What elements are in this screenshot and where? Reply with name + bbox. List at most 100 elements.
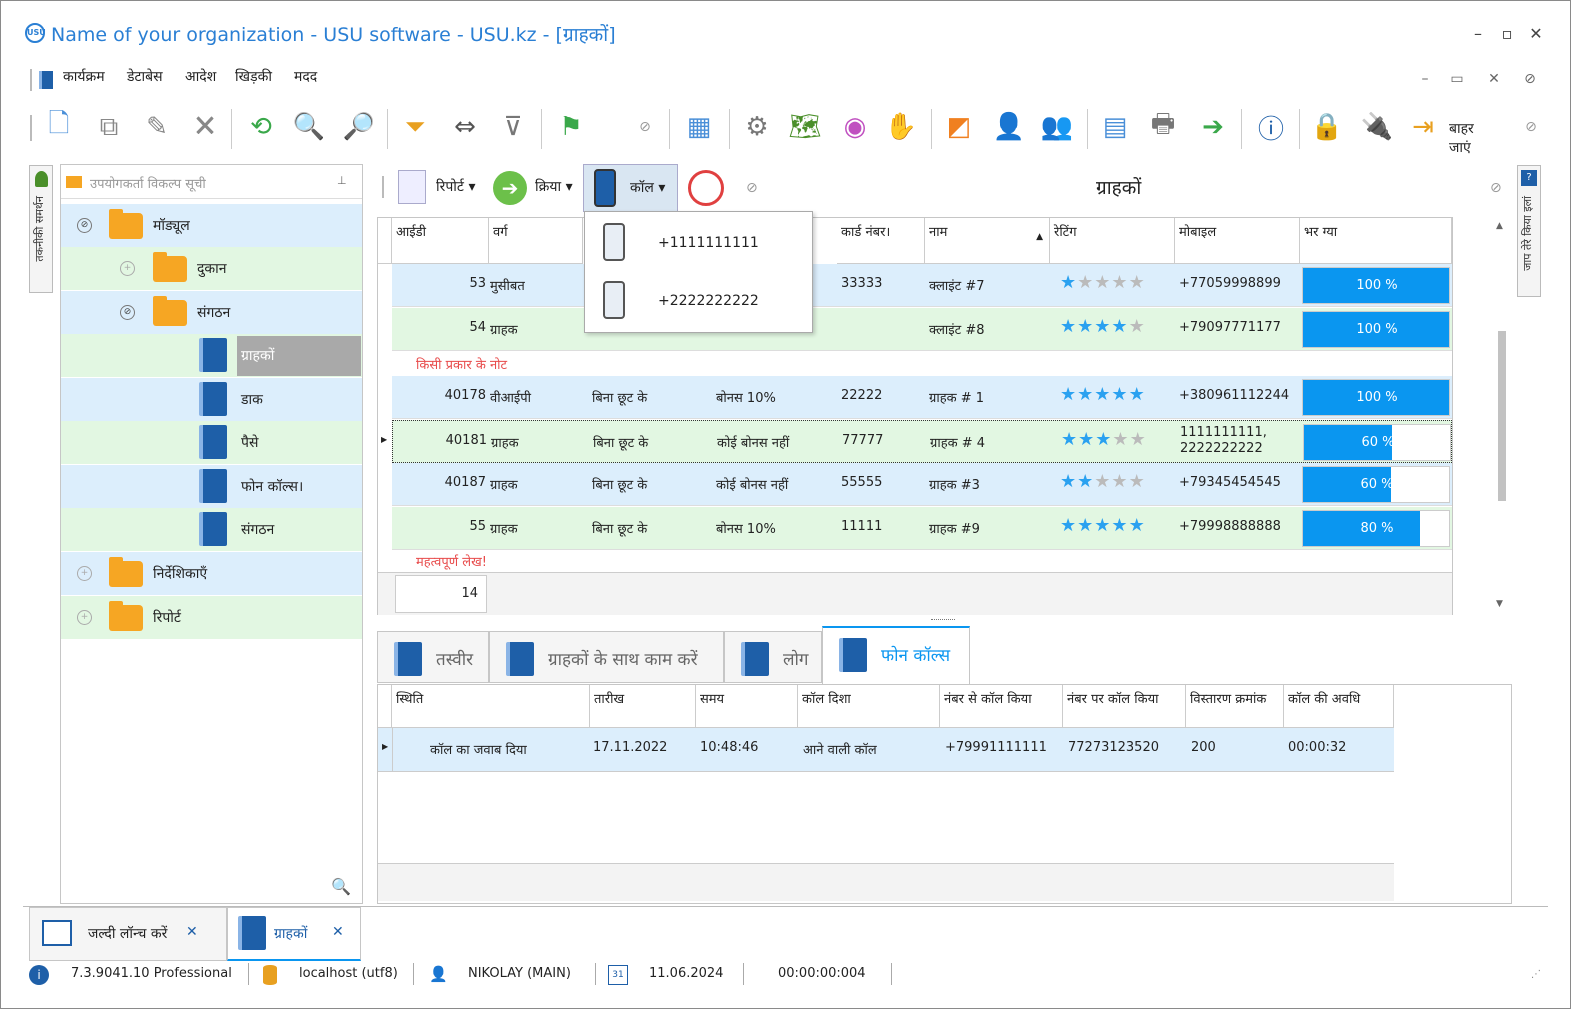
- advanced-search-icon[interactable]: 🔎: [339, 105, 379, 149]
- edit-icon[interactable]: ✎: [137, 105, 177, 149]
- toolbar-overflow-icon-2[interactable]: ⊘: [1511, 105, 1551, 149]
- col-category[interactable]: वर्ग: [489, 218, 583, 264]
- filter-column-icon[interactable]: ⇔: [445, 105, 485, 149]
- resize-grip-icon[interactable]: ⋰: [1531, 969, 1541, 980]
- col-mobile[interactable]: मोबाइल: [1175, 218, 1300, 264]
- info-icon[interactable]: ⓘ: [1251, 105, 1291, 149]
- call-option-2[interactable]: +2222222222: [585, 272, 812, 332]
- col-to[interactable]: नंबर पर कॉल किया: [1063, 685, 1186, 728]
- map-icon[interactable]: 🗺: [785, 105, 825, 149]
- col-date[interactable]: तारीख: [590, 685, 696, 728]
- col-extension[interactable]: विस्तारण क्रमांक: [1186, 685, 1284, 728]
- overflow-icon[interactable]: ⊘: [746, 180, 758, 196]
- lock-icon[interactable]: 🔒: [1307, 105, 1347, 149]
- minimize-button[interactable]: –: [1465, 21, 1491, 47]
- plug-icon[interactable]: 🔌: [1357, 105, 1397, 149]
- col-fill[interactable]: भर ग्या: [1300, 218, 1452, 264]
- rating-stars[interactable]: ★★★★★: [1060, 386, 1146, 404]
- tree-item-phone-calls[interactable]: फोन कॉल्स।: [61, 465, 362, 508]
- maximize-button[interactable]: ▫: [1494, 21, 1520, 47]
- tab-work-with-customers[interactable]: ग्राहकों के साथ काम करें: [489, 631, 724, 683]
- tech-support-strip[interactable]: तकनीकी समर्थन: [29, 165, 53, 293]
- grid-scrollbar[interactable]: ▲ ▼: [1492, 217, 1512, 615]
- col-time[interactable]: समय: [696, 685, 798, 728]
- scroll-up-icon[interactable]: ▲: [1496, 221, 1503, 231]
- scroll-thumb[interactable]: [1498, 331, 1506, 501]
- refresh-icon[interactable]: ⟲: [241, 105, 281, 149]
- users-icon[interactable]: 👥: [1037, 105, 1077, 149]
- menu-database[interactable]: डेटाबेस: [127, 67, 163, 86]
- table-row[interactable]: 40181 ग्राहक बिना छूट के कोई बोनस नहीं 77777…: [381, 420, 1452, 463]
- col-duration[interactable]: कॉल की अवधि: [1284, 685, 1394, 728]
- exit-label[interactable]: बाहर जाएं: [1449, 119, 1474, 157]
- expand-icon[interactable]: +: [77, 566, 92, 581]
- col-rating[interactable]: रेटिंग: [1050, 218, 1175, 264]
- table-row[interactable]: 55 ग्राहक बिना छूट के बोनस 10% 11111 ग्राहक #…: [392, 507, 1452, 550]
- user-key-icon[interactable]: 👤: [989, 105, 1029, 149]
- tab-quick-launch[interactable]: जल्दी लॉन्च करें ✕: [29, 907, 227, 961]
- mdi-restore-button[interactable]: ▭: [1446, 71, 1468, 91]
- rating-stars[interactable]: ★★★★★: [1061, 431, 1147, 449]
- menu-help[interactable]: मदद: [294, 67, 317, 86]
- tree-item-org2[interactable]: संगठन: [61, 508, 362, 551]
- tree-item-mail[interactable]: डाक: [61, 378, 362, 421]
- collapse-icon[interactable]: ⊘: [77, 218, 92, 233]
- pin-icon[interactable]: ⊥: [337, 174, 347, 187]
- scroll-down-icon[interactable]: ▼: [1496, 599, 1503, 609]
- table-row[interactable]: 40178 वीआईपी बिना छूट के बोनस 10% 22222 ग्राह…: [392, 376, 1452, 419]
- col-from[interactable]: नंबर से कॉल किया: [940, 685, 1063, 728]
- col-name[interactable]: नाम ▲: [925, 218, 1050, 264]
- rating-stars[interactable]: ★★★★★: [1060, 517, 1146, 535]
- table-row[interactable]: 53 मुसीबत 33333 क्लाइंट #7 +77059998899 ★★★★★…: [392, 264, 1452, 307]
- col-direction[interactable]: कॉल दिशा: [798, 685, 940, 728]
- copy-icon[interactable]: ⧉: [89, 105, 129, 149]
- tab-phone-calls[interactable]: फोन कॉल्स: [822, 626, 970, 684]
- close-icon[interactable]: ✕: [186, 924, 198, 940]
- tree-item-organization[interactable]: ⊘ संगठन: [61, 291, 362, 334]
- delete-icon[interactable]: 🗙: [185, 105, 225, 149]
- close-button[interactable]: ✕: [1523, 21, 1549, 47]
- rating-stars[interactable]: ★★★★★: [1060, 473, 1146, 491]
- menu-window[interactable]: खिड़की: [235, 67, 272, 86]
- close-icon[interactable]: ✕: [332, 924, 344, 940]
- right-help-strip[interactable]: ? जाप तेरे किया इलां: [1517, 165, 1541, 297]
- col-status[interactable]: स्थिति: [392, 685, 590, 728]
- expand-icon[interactable]: +: [77, 610, 92, 625]
- call-option-1[interactable]: +1111111111: [585, 212, 812, 272]
- print-icon[interactable]: 🖶: [1143, 105, 1183, 149]
- color-wheel-icon[interactable]: ◉: [835, 105, 875, 149]
- table-row[interactable]: ▶ कॉल का जवाब दिया 17.11.2022 10:48:46 आ…: [378, 728, 1394, 772]
- add-record-icon[interactable]: 🗋: [39, 105, 79, 149]
- tree-item-money[interactable]: पैसे: [61, 421, 362, 464]
- hand-icon[interactable]: ✋: [881, 105, 921, 149]
- table-row[interactable]: 40187 ग्राहक बिना छूट के कोई बोनस नहीं 55555…: [392, 463, 1452, 506]
- tree-item-directories[interactable]: + निर्देशिकाएँ: [61, 552, 362, 595]
- collapse-icon[interactable]: ⊘: [120, 305, 135, 320]
- menu-program[interactable]: कार्यक्रम: [63, 67, 105, 86]
- forward-icon[interactable]: ➔: [1193, 105, 1233, 149]
- filter-icon[interactable]: ⏷: [395, 105, 435, 149]
- tab-people[interactable]: लोग: [724, 631, 822, 683]
- mdi-close-button[interactable]: ✕: [1483, 71, 1505, 91]
- col-card[interactable]: कार्ड नंबर।: [837, 218, 925, 264]
- col-id[interactable]: आईडी: [392, 218, 489, 264]
- exit-icon[interactable]: ⇥: [1403, 105, 1443, 149]
- tree-item-customers[interactable]: ग्राहकों: [61, 334, 362, 377]
- splitter-handle[interactable]: [931, 619, 955, 622]
- tab-photo[interactable]: तस्वीर: [377, 631, 489, 683]
- mdi-more-icon[interactable]: ⊘: [1519, 71, 1541, 91]
- mdi-minimize-button[interactable]: –: [1414, 71, 1436, 91]
- rating-stars[interactable]: ★★★★★: [1060, 318, 1146, 336]
- table-row[interactable]: 54 ग्राहक क्लाइंट #8 +79097771177 ★★★★★ 100 %: [392, 308, 1452, 351]
- grid-view-icon[interactable]: ▦: [679, 105, 719, 149]
- report-button[interactable]: रिपोर्ट ▾: [436, 177, 475, 196]
- rss-icon[interactable]: ◩: [939, 105, 979, 149]
- tree-item-modules[interactable]: ⊘ मॉड्यूल: [61, 204, 362, 247]
- search-icon[interactable]: 🔍: [289, 105, 329, 149]
- settings-icon[interactable]: ⚙: [737, 105, 777, 149]
- action-button[interactable]: क्रिया ▾: [535, 177, 573, 196]
- rating-stars[interactable]: ★★★★★: [1060, 274, 1146, 292]
- tab-customers-doc[interactable]: ग्राहकों ✕: [227, 907, 361, 961]
- toolbar-overflow-icon[interactable]: ⊘: [625, 105, 665, 149]
- menu-command[interactable]: आदेश: [185, 67, 216, 86]
